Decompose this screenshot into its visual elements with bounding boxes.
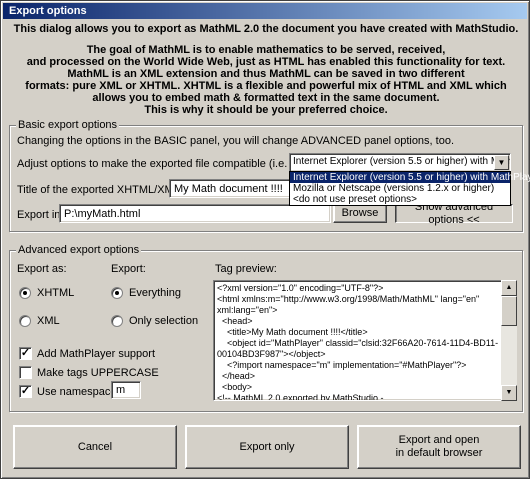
export-path-input[interactable]: P:\myMath.html xyxy=(59,204,331,223)
compat-option-none[interactable]: <do not use preset options> xyxy=(290,194,510,205)
xhtml-radio-label[interactable]: XHTML xyxy=(37,287,74,300)
uppercase-checkbox[interactable] xyxy=(19,366,32,379)
add-mathplayer-label[interactable]: Add MathPlayer support xyxy=(37,348,155,361)
export-scope-label: Export: xyxy=(111,263,146,275)
intro-text: This dialog allows you to export as Math… xyxy=(11,23,521,125)
advanced-group-title: Advanced export options xyxy=(16,244,142,256)
tag-preview-scrollbar[interactable]: ▲ ▼ xyxy=(501,280,517,401)
xml-radio[interactable] xyxy=(19,315,31,327)
only-selection-radio-label[interactable]: Only selection xyxy=(129,315,198,328)
compat-dropdown-list: Internet Explorer (version 5.5 or higher… xyxy=(289,171,530,206)
scroll-up-icon[interactable]: ▲ xyxy=(501,280,517,296)
only-selection-radio[interactable] xyxy=(111,315,123,327)
window-title: Export options xyxy=(3,3,527,19)
browse-button[interactable]: Browse xyxy=(333,204,387,223)
uppercase-label[interactable]: Make tags UPPERCASE xyxy=(37,367,159,380)
intro-paragraph-2: The goal of MathML is to enable mathemat… xyxy=(25,44,507,116)
chevron-down-icon[interactable]: ▼ xyxy=(494,155,509,170)
compat-dropdown[interactable]: Internet Explorer (version 5.5 or higher… xyxy=(289,153,511,172)
export-in-label: Export in: xyxy=(17,209,64,221)
add-mathplayer-checkbox[interactable]: ✓ xyxy=(19,347,32,360)
scroll-down-icon[interactable]: ▼ xyxy=(501,385,517,401)
export-and-open-button[interactable]: Export and open in default browser xyxy=(357,425,521,469)
export-as-label: Export as: xyxy=(17,263,67,275)
namespace-label[interactable]: Use namespace: xyxy=(37,386,120,399)
namespace-input[interactable]: m xyxy=(111,381,141,399)
compat-option-ie[interactable]: Internet Explorer (version 5.5 or higher… xyxy=(290,172,530,183)
basic-group-title: Basic export options xyxy=(16,119,120,131)
export-only-button[interactable]: Export only xyxy=(185,425,349,469)
everything-radio[interactable] xyxy=(111,287,123,299)
xhtml-radio[interactable] xyxy=(19,287,31,299)
xml-radio-label[interactable]: XML xyxy=(37,315,60,328)
tag-preview-textarea[interactable]: <?xml version="1.0" encoding="UTF-8"?> <… xyxy=(213,280,503,401)
compat-option-mozilla[interactable]: Mozilla or Netscape (versions 1.2.x or h… xyxy=(290,183,510,194)
scroll-thumb[interactable] xyxy=(501,296,517,326)
title-input[interactable]: My Math document !!!! xyxy=(169,179,291,198)
intro-line-1: This dialog allows you to export as Math… xyxy=(13,23,519,35)
everything-radio-label[interactable]: Everything xyxy=(129,287,181,300)
compat-selected: Internet Explorer (version 5.5 or higher… xyxy=(293,156,510,167)
namespace-checkbox[interactable]: ✓ xyxy=(19,385,32,398)
basic-note: Changing the options in the BASIC panel,… xyxy=(17,135,455,147)
show-advanced-toggle[interactable]: Show advanced options << xyxy=(395,201,513,226)
cancel-button[interactable]: Cancel xyxy=(13,425,177,469)
export-options-dialog: Export options This dialog allows you to… xyxy=(0,0,530,479)
tag-preview-label: Tag preview: xyxy=(215,263,277,275)
